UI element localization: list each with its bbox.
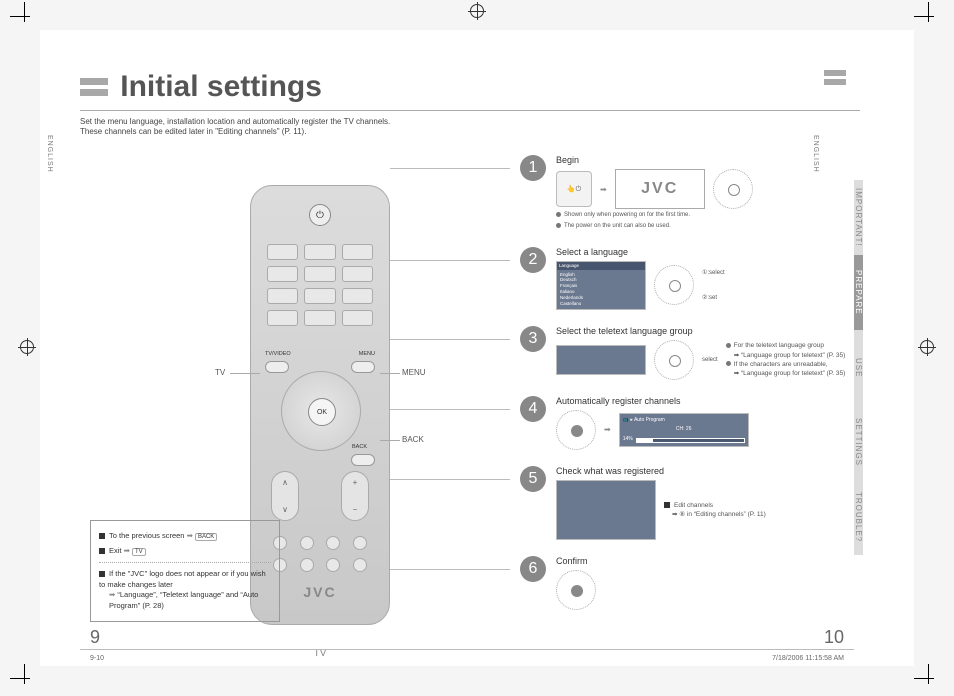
step-6: 6 Confirm [520,556,880,610]
step2-title: Select a language [556,247,880,257]
anno-set: ②:set [702,294,725,301]
lang-label-left: ENGLISH [46,135,53,173]
dpad-icon [654,265,694,305]
decor-bars-icon [80,78,108,96]
footer-right: 7/18/2006 11:15:58 AM [772,655,844,662]
step-1: 1 Begin 👆⏻ ➡ JVC Shown only when powerin… [520,155,880,231]
step-number-5: 5 [520,466,546,492]
step-number-2: 2 [520,247,546,273]
registration-mark [20,340,34,354]
s5-edit: Edit channels [674,502,713,509]
step-number-6: 6 [520,556,546,582]
teletext-osd [556,345,646,375]
crop-mark [914,2,944,32]
step3-title: Select the teletext language group [556,326,880,336]
step1-note1: Shown only when powering on for the firs… [564,212,690,218]
step-5: 5 Check what was registered Edit channel… [520,466,880,540]
lead-menu: MENU [402,368,426,377]
edit-screen [556,480,656,540]
tv-chip: TV [132,548,146,556]
menu-button [351,361,375,373]
power-icon: ⏻ [309,204,331,226]
dpad: OK [281,371,361,451]
steps-column: 1 Begin 👆⏻ ➡ JVC Shown only when powerin… [520,155,880,626]
step6-title: Confirm [556,556,880,566]
registration-mark [470,4,484,18]
menu-label: MENU [359,351,375,357]
s3-note2: If the characters are unreadable, [734,361,828,368]
back-chip: BACK [195,533,217,541]
step-number-4: 4 [520,396,546,422]
page-number-left: 9 [90,627,100,648]
auto-program-screen: 📺 ▸ Auto Program CH: 26 14% [619,413,749,447]
dpad-ok-icon [556,570,596,610]
tvvideo-label: TV/VIDEO [265,351,291,357]
infobox-exit: Exit [109,546,122,555]
press-power-icon: 👆⏻ [556,171,592,207]
footer-left: 9-10 [90,655,104,662]
infobox-logo-note: If the "JVC" logo does not appear or if … [99,569,266,589]
step-number-1: 1 [520,155,546,181]
step-2: 2 Select a language Language English Deu… [520,247,880,310]
step1-note2: The power on the unit can also be used. [564,223,671,229]
step-3: 3 Select the teletext language group sel… [520,326,880,380]
step1-title: Begin [556,155,880,165]
rocker-buttons: ∧∨ +− [271,471,369,521]
ok-button: OK [308,398,336,426]
intro-text: Set the menu language, installation loca… [80,117,580,138]
registration-mark [920,340,934,354]
step5-title: Check what was registered [556,466,880,476]
title-bar: Initial settings Set the menu language, … [80,70,874,138]
s3-note1: For the teletext language group [734,342,824,349]
remote-keypad [267,244,373,326]
arrow-icon: ➡ [600,185,607,194]
lead-back: BACK [402,435,424,444]
dpad-icon [654,340,694,380]
crop-mark [914,664,944,694]
lead-tv: TV [215,368,225,377]
step-number-3: 3 [520,326,546,352]
crop-mark [10,664,40,694]
info-box: To the previous screen ➡ BACK Exit ➡ TV … [90,520,280,622]
anno-select: ①:select [702,269,725,276]
infobox-prev: To the previous screen [109,531,184,540]
dpad-icon [713,169,753,209]
jvc-logo-screen: JVC [615,169,705,209]
manual-page-spread: Initial settings Set the menu language, … [40,30,914,666]
infobox-ref: “Language”, “Teletext language” and “Aut… [109,590,258,610]
step-4: 4 Automatically register channels ➡ 📺 ▸ … [520,396,880,450]
color-buttons [271,536,369,572]
step4-title: Automatically register channels [556,396,880,406]
anno-select: select [702,357,718,363]
back-label: BACK [352,444,367,450]
crop-mark [10,2,40,32]
back-button [351,454,375,466]
page-title: Initial settings [120,70,322,104]
page-number-right: 10 [824,627,844,648]
language-osd: Language English Deutsch Français Italia… [556,261,646,310]
tvvideo-button [265,361,289,373]
arrow-icon: ➡ [604,425,611,434]
dpad-ok-icon [556,410,596,450]
